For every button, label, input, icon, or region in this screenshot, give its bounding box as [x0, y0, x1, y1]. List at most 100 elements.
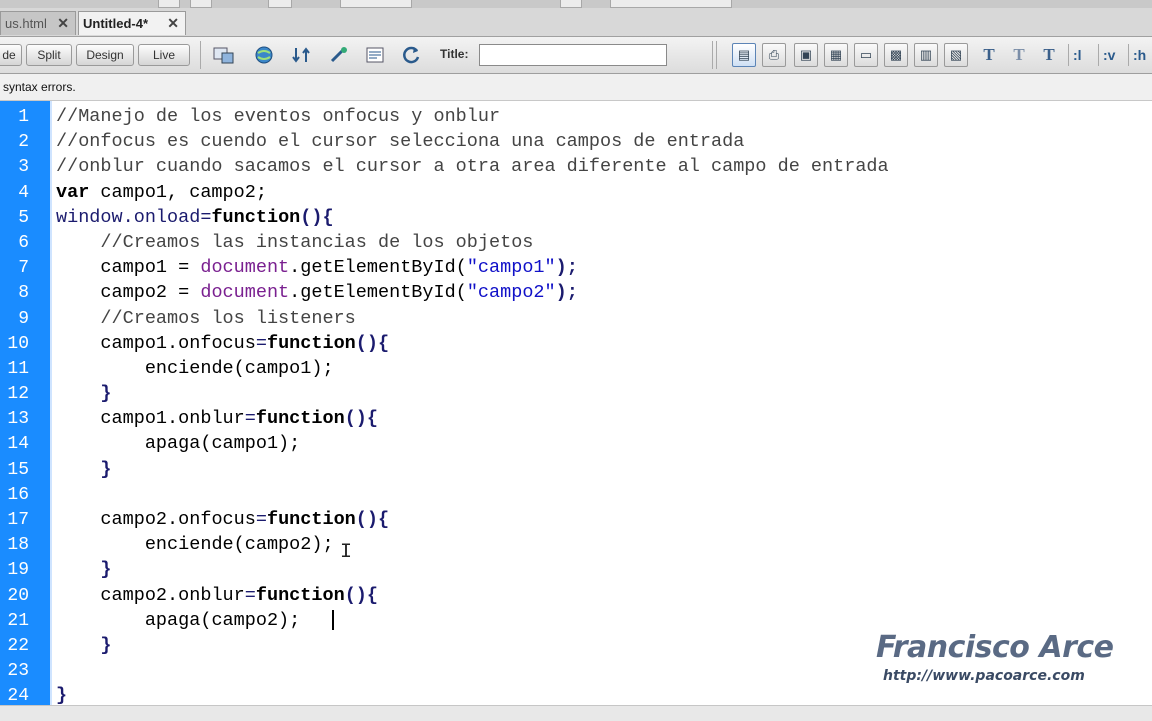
code-token: (){: [355, 509, 390, 530]
split-view-button[interactable]: Split: [26, 44, 72, 66]
tab-label: Untitled-4*: [83, 16, 148, 31]
code-text[interactable]: campo1.onfocus=function(){: [56, 333, 389, 355]
title-label: Title:: [440, 47, 469, 61]
code-text[interactable]: }: [56, 685, 67, 705]
code-line[interactable]: 14 apaga(campo1);: [0, 431, 1152, 456]
code-line[interactable]: 2 //onfocus es cuendo el cursor seleccion…: [0, 129, 1152, 154]
code-text[interactable]: window.onload=function(){: [56, 207, 334, 229]
code-editor[interactable]: 1 //Manejo de los eventos onfocus y onblu…: [0, 101, 1152, 705]
media-icon[interactable]: ▩: [884, 43, 908, 67]
code-line[interactable]: 6 //Creamos las instancias de los objeto…: [0, 230, 1152, 255]
text-style-icon[interactable]: T: [1036, 43, 1062, 67]
code-token: apaga(campo1);: [144, 433, 301, 455]
code-text[interactable]: //Manejo de los eventos onfocus y onblur: [56, 106, 500, 128]
live-view-button[interactable]: Live: [138, 44, 190, 66]
code-text[interactable]: campo2.onblur=function(){: [56, 585, 378, 607]
file-manage-icon[interactable]: [364, 43, 388, 67]
code-token: campo1 =: [100, 257, 201, 279]
grid-icon[interactable]: ▥: [914, 43, 938, 67]
selector-v[interactable]: :v: [1098, 44, 1129, 66]
debug-icon[interactable]: [328, 43, 352, 67]
code-token: //onblur cuando sacamos el cursor a otra…: [56, 156, 889, 178]
design-view-button[interactable]: Design: [76, 44, 134, 66]
code-line[interactable]: 4 var campo1, campo2;: [0, 180, 1152, 205]
tab-untitled-4[interactable]: Untitled-4* ✕: [78, 11, 186, 35]
code-line[interactable]: 10 campo1.onfocus=function(){: [0, 331, 1152, 356]
line-number: 23: [7, 661, 29, 682]
code-token: =: [255, 332, 267, 354]
code-line[interactable]: 9 //Creamos los listeners: [0, 306, 1152, 331]
refresh-arrows-icon[interactable]: [290, 43, 314, 67]
mouse-ibeam-cursor: I: [340, 541, 353, 564]
selector-l[interactable]: :l: [1068, 44, 1099, 66]
code-text[interactable]: campo1 = document.getElementById("campo1…: [56, 257, 578, 279]
tab-us-html[interactable]: us.html ✕: [0, 11, 76, 35]
code-line[interactable]: 11 enciende(campo1);: [0, 356, 1152, 381]
code-line[interactable]: 1 //Manejo de los eventos onfocus y onblu…: [0, 104, 1152, 129]
code-token: (){: [344, 584, 378, 606]
code-line[interactable]: 18 enciende(campo2);: [0, 532, 1152, 557]
code-line[interactable]: 3 //onblur cuando sacamos el cursor a otr…: [0, 154, 1152, 179]
code-text[interactable]: }: [56, 383, 111, 405]
line-number: 20: [7, 585, 29, 606]
code-text[interactable]: //onfocus es cuendo el cursor selecciona…: [56, 131, 744, 153]
code-text[interactable]: apaga(campo2);: [56, 610, 300, 632]
settings-icon[interactable]: ▧: [944, 43, 968, 67]
code-text[interactable]: campo2 = document.getElementById("campo2…: [56, 282, 577, 304]
code-token: =: [200, 206, 212, 228]
code-token: campo1, campo2;: [89, 181, 267, 203]
code-line[interactable]: 12 }: [0, 381, 1152, 406]
reload-icon[interactable]: [400, 43, 424, 67]
code-line[interactable]: 17 campo2.onfocus=function(){: [0, 507, 1152, 532]
code-line[interactable]: 5 window.onload=function(){: [0, 205, 1152, 230]
code-token: (){: [355, 332, 390, 354]
code-token: apaga(campo2);: [144, 609, 301, 631]
code-text[interactable]: campo2.onfocus=function(){: [56, 509, 389, 531]
close-icon[interactable]: ✕: [57, 15, 69, 32]
code-token: =: [244, 408, 256, 430]
code-line[interactable]: 8 campo2 = document.getElementById("camp…: [0, 280, 1152, 305]
line-number: 10: [7, 333, 29, 354]
code-text[interactable]: enciende(campo2);: [56, 534, 334, 556]
line-number: 2: [18, 132, 29, 153]
print-icon[interactable]: ⎙: [762, 43, 786, 67]
preview-icon[interactable]: ▣: [794, 43, 818, 67]
text-style-icon[interactable]: T: [1006, 43, 1032, 67]
text-style-icon[interactable]: T: [976, 43, 1002, 67]
code-view-button[interactable]: de: [0, 44, 22, 66]
code-text[interactable]: enciende(campo1);: [56, 358, 334, 380]
code-token: );: [555, 257, 578, 279]
code-text[interactable]: }: [56, 459, 111, 481]
code-text[interactable]: var campo1, campo2;: [56, 182, 267, 204]
code-line[interactable]: 16: [0, 482, 1152, 507]
code-text[interactable]: //onblur cuando sacamos el cursor a otra…: [56, 156, 889, 178]
inspect-icon[interactable]: [212, 43, 236, 67]
code-line[interactable]: 7 campo1 = document.getElementById("camp…: [0, 255, 1152, 280]
globe-icon[interactable]: [252, 43, 276, 67]
code-token: document: [200, 282, 290, 304]
panel-icon[interactable]: ▦: [824, 43, 848, 67]
watermark-name: Francisco Arce: [876, 630, 1114, 665]
line-number: 17: [7, 510, 29, 530]
code-text[interactable]: apaga(campo1);: [56, 433, 300, 455]
code-token: =: [255, 509, 267, 530]
syntax-status-bar: syntax errors.: [0, 74, 1152, 101]
title-input[interactable]: [479, 44, 667, 66]
line-number: 16: [7, 484, 29, 505]
code-line[interactable]: 20 campo2.onblur=function(){: [0, 583, 1152, 608]
code-line[interactable]: 15 }: [0, 457, 1152, 482]
code-text[interactable]: }: [56, 559, 111, 581]
code-line[interactable]: 19 }: [0, 557, 1152, 582]
selector-h[interactable]: :h: [1128, 44, 1152, 66]
line-number: 11: [7, 358, 29, 379]
code-line[interactable]: 13 campo1.onblur=function(){: [0, 406, 1152, 431]
line-number: 3: [18, 157, 29, 178]
browser-icon[interactable]: ▭: [854, 43, 878, 67]
code-line[interactable]: 24}: [0, 683, 1152, 705]
code-text[interactable]: campo1.onblur=function(){: [56, 408, 378, 430]
close-icon[interactable]: ✕: [167, 15, 179, 32]
code-text[interactable]: //Creamos los listeners: [56, 308, 355, 330]
code-text[interactable]: }: [56, 635, 111, 657]
code-text[interactable]: //Creamos las instancias de los objetos: [56, 232, 533, 254]
code-view-icon[interactable]: ▤: [732, 43, 756, 67]
